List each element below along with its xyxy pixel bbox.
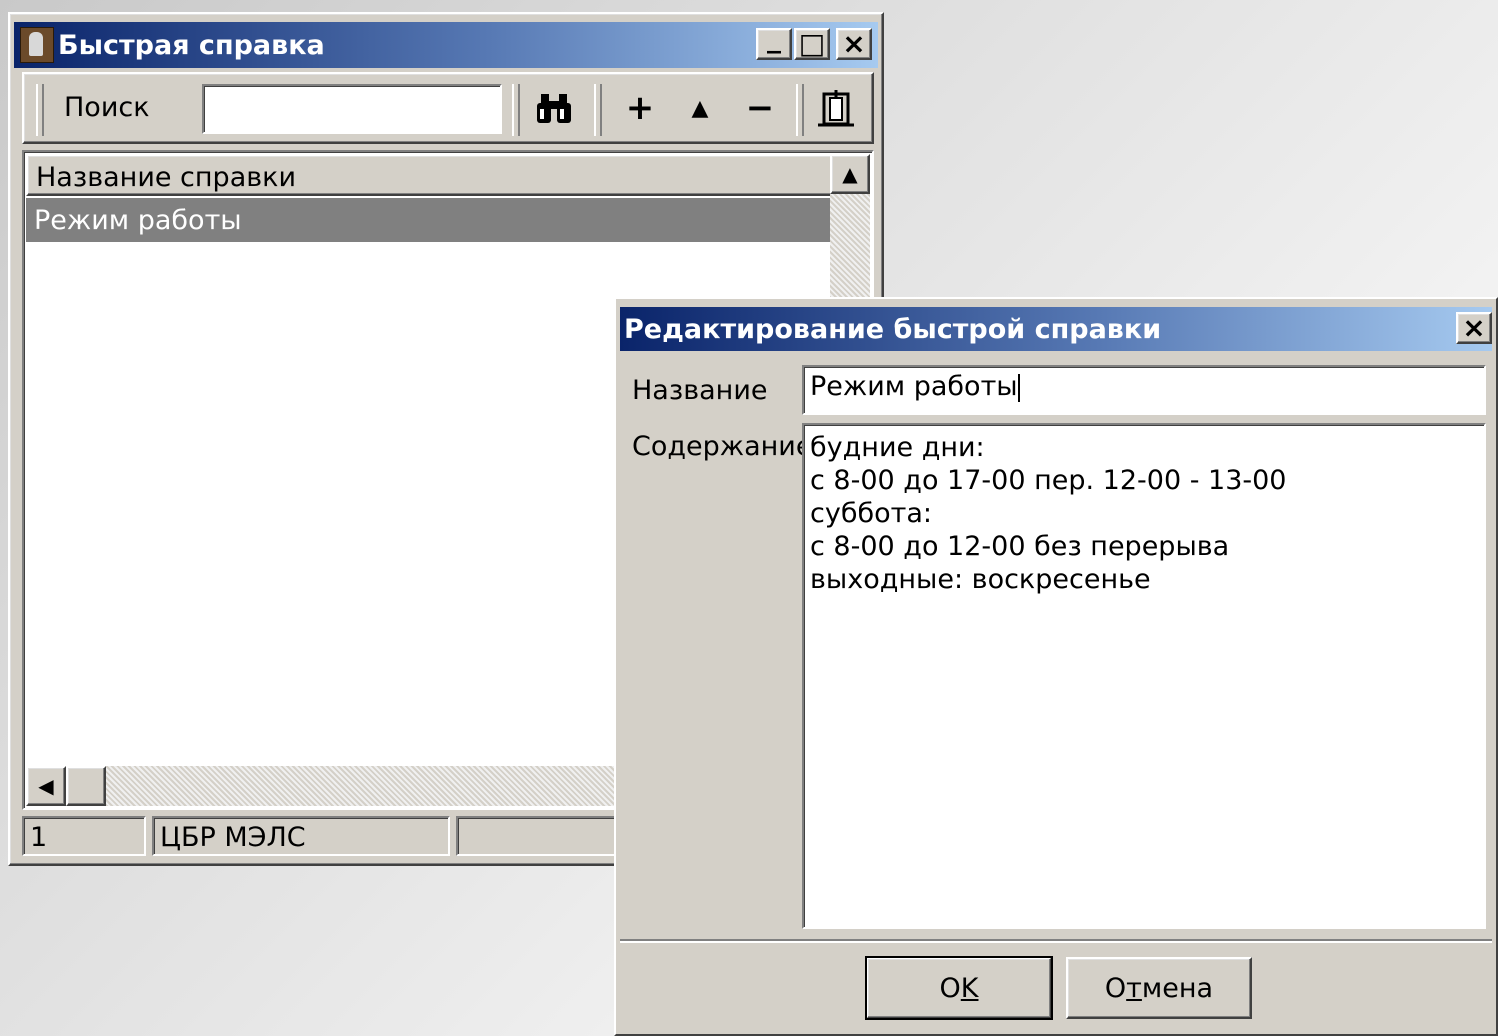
- exit-door-icon: [818, 90, 854, 127]
- toolbar-grip[interactable]: [36, 84, 44, 136]
- search-input[interactable]: [202, 84, 502, 134]
- scroll-left-button[interactable]: ◀: [26, 766, 66, 806]
- scroll-up-button[interactable]: ▲: [830, 154, 870, 194]
- toolbar-separator: [796, 84, 804, 136]
- dialog-titlebar[interactable]: Редактирование быстрой справки ×: [620, 307, 1492, 351]
- status-org: ЦБР МЭЛС: [152, 816, 450, 856]
- content-textarea[interactable]: будние дни: с 8-00 до 17-00 пер. 12-00 -…: [802, 423, 1486, 929]
- exit-button[interactable]: [814, 88, 858, 128]
- minimize-icon: _: [767, 21, 781, 54]
- name-value: Режим работы: [810, 371, 1018, 402]
- arrow-up-icon: ▲: [691, 95, 709, 121]
- content-line: суббота:: [810, 498, 933, 529]
- minimize-button[interactable]: _: [756, 24, 792, 60]
- dialog-close-button[interactable]: ×: [1456, 312, 1492, 344]
- dialog-separator: [620, 939, 1492, 943]
- minus-icon: −: [745, 88, 775, 128]
- ok-label-pre: O: [939, 972, 961, 1004]
- move-up-button[interactable]: ▲: [680, 88, 720, 128]
- dialog-title: Редактирование быстрой справки: [624, 313, 1162, 345]
- cancel-label-accel: т: [1126, 972, 1142, 1004]
- remove-button[interactable]: −: [740, 88, 780, 128]
- close-icon: ×: [1462, 311, 1486, 344]
- close-icon: ×: [842, 27, 866, 60]
- content-line: с 8-00 до 17-00 пер. 12-00 - 13-00: [810, 465, 1287, 496]
- name-field[interactable]: Режим работы: [802, 365, 1486, 415]
- cancel-label-pre: О: [1104, 972, 1127, 1004]
- app-icon: [20, 27, 54, 63]
- content-label: Содержание: [632, 431, 813, 462]
- maximize-button[interactable]: □: [794, 28, 830, 60]
- text-caret: [1017, 373, 1020, 402]
- scroll-thumb[interactable]: [66, 766, 106, 806]
- cancel-button[interactable]: От мена: [1066, 957, 1252, 1019]
- window-titlebar[interactable]: Быстрая справка _ □ ×: [14, 22, 878, 68]
- name-label: Название: [632, 375, 768, 406]
- close-button[interactable]: ×: [836, 28, 872, 60]
- content-line: выходные: воскресенье: [810, 564, 1151, 595]
- ok-button[interactable]: OK: [865, 956, 1053, 1020]
- column-header-name[interactable]: Название справки: [26, 154, 834, 196]
- plus-icon: +: [625, 88, 655, 128]
- toolbar-separator: [594, 84, 602, 136]
- window-title: Быстрая справка: [58, 29, 325, 61]
- find-button[interactable]: [530, 88, 578, 128]
- search-label: Поиск: [64, 92, 150, 123]
- content-line: будние дни:: [810, 432, 985, 463]
- add-button[interactable]: +: [620, 88, 660, 128]
- cancel-label-post: мена: [1141, 972, 1214, 1004]
- content-line: с 8-00 до 12-00 без перерыва: [810, 531, 1230, 562]
- maximize-icon: □: [798, 27, 826, 60]
- binoculars-icon: [537, 94, 571, 123]
- status-count: 1: [22, 816, 146, 856]
- edit-help-dialog: Редактирование быстрой справки × Названи…: [614, 297, 1498, 1036]
- list-item[interactable]: Режим работы: [26, 198, 834, 242]
- ok-label-accel: K: [960, 972, 979, 1004]
- arrow-left-icon: ◀: [38, 774, 54, 798]
- toolbar-separator: [512, 84, 520, 136]
- toolbar: Поиск + ▲ −: [22, 72, 874, 144]
- arrow-up-icon: ▲: [842, 162, 858, 186]
